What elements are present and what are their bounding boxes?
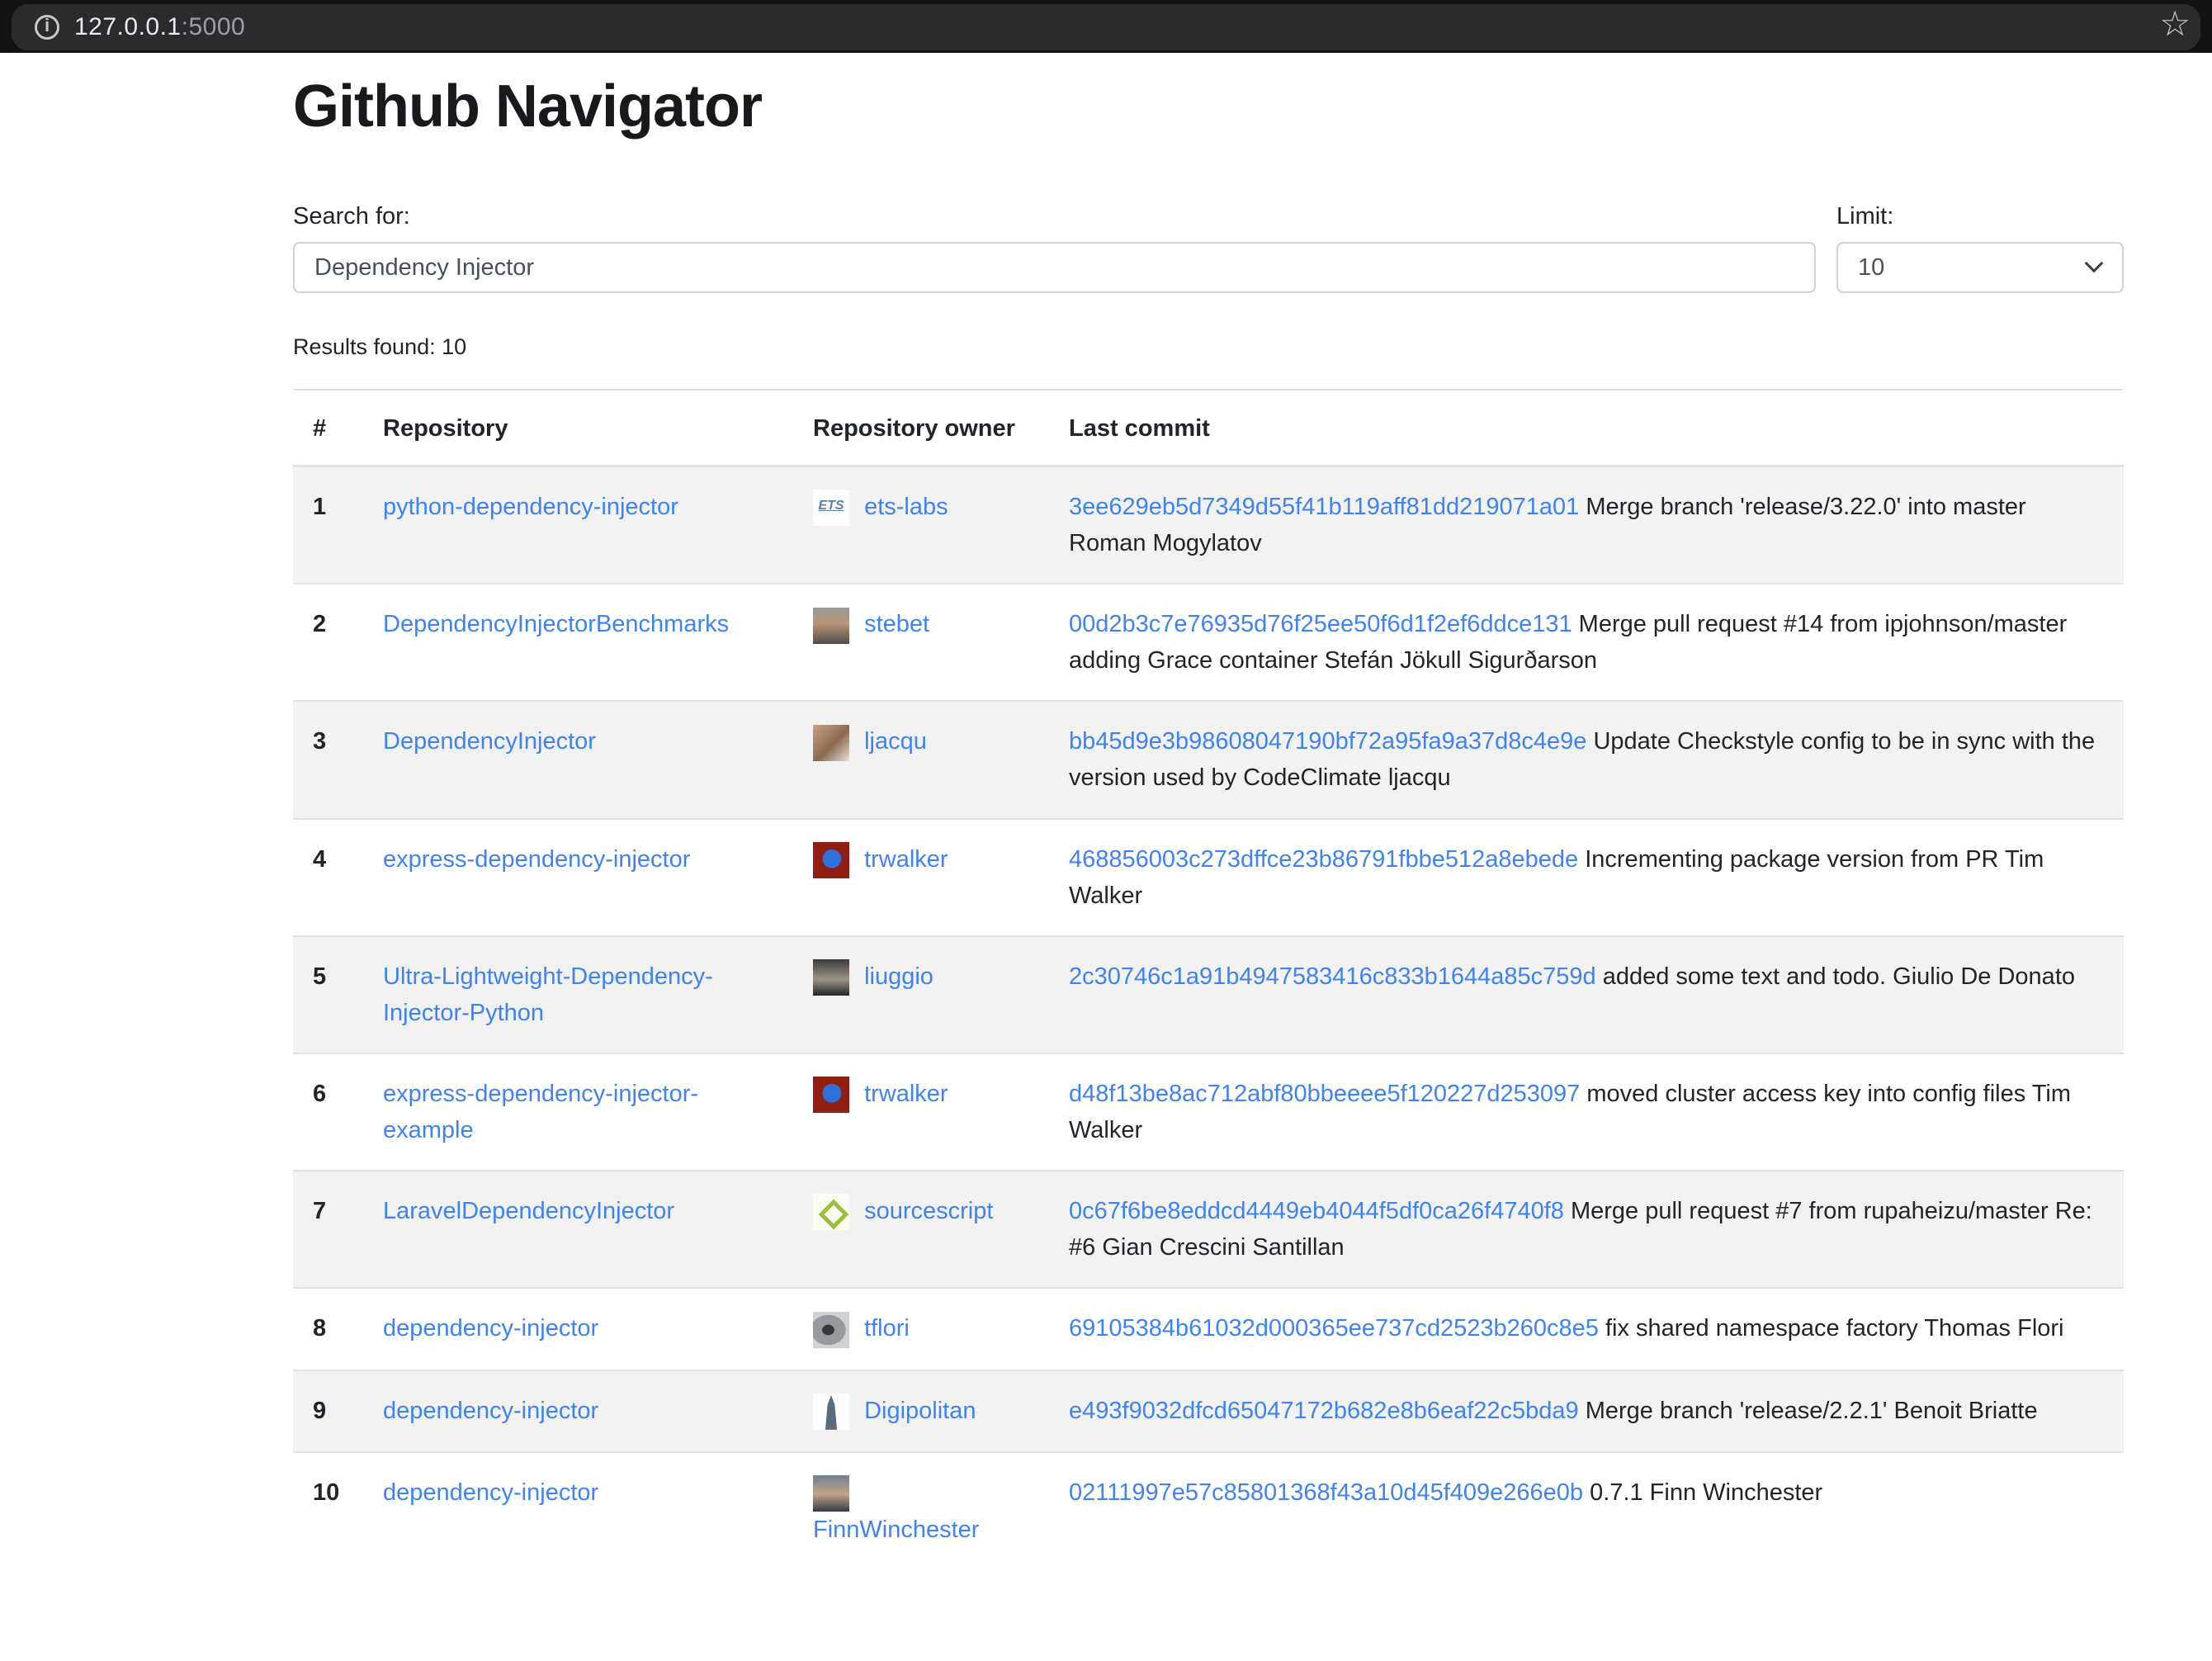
table-row: 10 dependency-injector FinnWinchester 02… bbox=[293, 1452, 2124, 1569]
table-row: 5 Ultra-Lightweight-Dependency-Injector-… bbox=[293, 936, 2124, 1053]
search-form: Search for: Limit: 10 bbox=[293, 203, 2124, 293]
bookmark-star-icon[interactable]: ☆ bbox=[2159, 3, 2191, 44]
table-row: 7 LaravelDependencyInjector sourcescript… bbox=[293, 1171, 2124, 1288]
page-content: Github Navigator Search for: Limit: 10 R… bbox=[0, 73, 2124, 1569]
repository-link[interactable]: DependencyInjectorBenchmarks bbox=[383, 611, 729, 637]
repository-link[interactable]: dependency-injector bbox=[383, 1315, 598, 1342]
table-row: 9 dependency-injector Digipolitan e493f9… bbox=[293, 1370, 2124, 1452]
repository-link[interactable]: python-dependency-injector bbox=[383, 494, 678, 520]
owner-avatar bbox=[813, 959, 849, 996]
table-header-row: # Repository Repository owner Last commi… bbox=[293, 390, 2124, 466]
row-number: 3 bbox=[293, 701, 363, 818]
browser-chrome: 127.0.0.1:5000 ☆ bbox=[0, 0, 2212, 53]
header-owner: Repository owner bbox=[793, 390, 1049, 466]
owner-link[interactable]: trwalker bbox=[864, 1081, 948, 1107]
repository-link[interactable]: express-dependency-injector-example bbox=[383, 1081, 698, 1143]
owner-link[interactable]: Digipolitan bbox=[864, 1398, 976, 1424]
table-row: 2 DependencyInjectorBenchmarks stebet 00… bbox=[293, 584, 2124, 701]
row-number: 4 bbox=[293, 819, 363, 936]
search-input[interactable] bbox=[293, 242, 1816, 293]
address-bar[interactable]: 127.0.0.1:5000 bbox=[12, 4, 2200, 50]
table-row: 4 express-dependency-injector trwalker 4… bbox=[293, 819, 2124, 936]
repository-link[interactable]: Ultra-Lightweight-Dependency-Injector-Py… bbox=[383, 963, 713, 1026]
commit-message: 0.7.1 Finn Winchester bbox=[1590, 1479, 1822, 1506]
owner-link[interactable]: stebet bbox=[864, 611, 929, 637]
table-row: 6 express-dependency-injector-example tr… bbox=[293, 1053, 2124, 1171]
commit-hash-link[interactable]: 69105384b61032d000365ee737cd2523b260c8e5 bbox=[1069, 1315, 1599, 1342]
commit-message: added some text and todo. Giulio De Dona… bbox=[1603, 963, 2075, 990]
owner-avatar bbox=[813, 1312, 849, 1348]
row-number: 6 bbox=[293, 1053, 363, 1171]
owner-avatar bbox=[813, 725, 849, 761]
owner-avatar bbox=[813, 1475, 849, 1512]
url-text[interactable]: 127.0.0.1:5000 bbox=[74, 13, 245, 41]
page-info-icon[interactable] bbox=[35, 15, 59, 40]
commit-hash-link[interactable]: e493f9032dfcd65047172b682e8b6eaf22c5bda9 bbox=[1069, 1398, 1579, 1424]
owner-avatar bbox=[813, 842, 849, 878]
page-title: Github Navigator bbox=[293, 73, 2124, 140]
owner-link[interactable]: liuggio bbox=[864, 963, 933, 990]
repository-link[interactable]: express-dependency-injector bbox=[383, 846, 690, 873]
owner-link[interactable]: ljacqu bbox=[864, 728, 927, 755]
commit-hash-link[interactable]: 0c67f6be8eddcd4449eb4044f5df0ca26f4740f8 bbox=[1069, 1198, 1564, 1224]
commit-hash-link[interactable]: 00d2b3c7e76935d76f25ee50f6d1f2ef6ddce131 bbox=[1069, 611, 1572, 637]
table-row: 8 dependency-injector tflori 69105384b61… bbox=[293, 1288, 2124, 1370]
commit-message: Merge branch 'release/2.2.1' Benoit Bria… bbox=[1586, 1398, 2038, 1424]
owner-link[interactable]: trwalker bbox=[864, 846, 948, 873]
commit-hash-link[interactable]: 3ee629eb5d7349d55f41b119aff81dd219071a01 bbox=[1069, 494, 1579, 520]
results-count: Results found: 10 bbox=[293, 334, 2124, 360]
row-number: 10 bbox=[293, 1452, 363, 1569]
header-repository: Repository bbox=[363, 390, 793, 466]
url-port: :5000 bbox=[182, 13, 246, 40]
owner-link[interactable]: tflori bbox=[864, 1315, 910, 1342]
row-number: 2 bbox=[293, 584, 363, 701]
owner-avatar bbox=[813, 1194, 849, 1230]
owner-avatar bbox=[813, 1394, 849, 1430]
commit-hash-link[interactable]: bb45d9e3b98608047190bf72a95fa9a37d8c4e9e bbox=[1069, 728, 1586, 755]
repository-link[interactable]: LaravelDependencyInjector bbox=[383, 1198, 674, 1224]
row-number: 8 bbox=[293, 1288, 363, 1370]
commit-hash-link[interactable]: 468856003c273dffce23b86791fbbe512a8ebede bbox=[1069, 846, 1578, 873]
table-row: 1 python-dependency-injector ets-labs 3e… bbox=[293, 466, 2124, 584]
row-number: 7 bbox=[293, 1171, 363, 1288]
repository-link[interactable]: dependency-injector bbox=[383, 1398, 598, 1424]
results-table: # Repository Repository owner Last commi… bbox=[293, 389, 2124, 1569]
owner-link[interactable]: sourcescript bbox=[864, 1198, 993, 1224]
limit-label: Limit: bbox=[1836, 203, 2124, 230]
header-last-commit: Last commit bbox=[1049, 390, 2124, 466]
owner-link[interactable]: ets-labs bbox=[864, 494, 948, 520]
owner-avatar bbox=[813, 490, 849, 526]
commit-hash-link[interactable]: d48f13be8ac712abf80bbeeee5f120227d253097 bbox=[1069, 1081, 1580, 1107]
owner-avatar bbox=[813, 608, 849, 644]
commit-hash-link[interactable]: 02111997e57c85801368f43a10d45f409e266e0b bbox=[1069, 1479, 1583, 1506]
repository-link[interactable]: DependencyInjector bbox=[383, 728, 596, 755]
url-host: 127.0.0.1 bbox=[74, 13, 182, 40]
row-number: 9 bbox=[293, 1370, 363, 1452]
row-number: 5 bbox=[293, 936, 363, 1053]
repository-link[interactable]: dependency-injector bbox=[383, 1479, 598, 1506]
header-num: # bbox=[293, 390, 363, 466]
limit-block: Limit: 10 bbox=[1836, 203, 2124, 293]
commit-message: fix shared namespace factory Thomas Flor… bbox=[1605, 1315, 2064, 1342]
row-number: 1 bbox=[293, 466, 363, 584]
commit-hash-link[interactable]: 2c30746c1a91b4947583416c833b1644a85c759d bbox=[1069, 963, 1596, 990]
owner-avatar bbox=[813, 1077, 849, 1113]
table-row: 3 DependencyInjector ljacqu bb45d9e3b986… bbox=[293, 701, 2124, 818]
limit-select[interactable]: 10 bbox=[1836, 242, 2124, 293]
owner-link[interactable]: FinnWinchester bbox=[813, 1517, 979, 1543]
